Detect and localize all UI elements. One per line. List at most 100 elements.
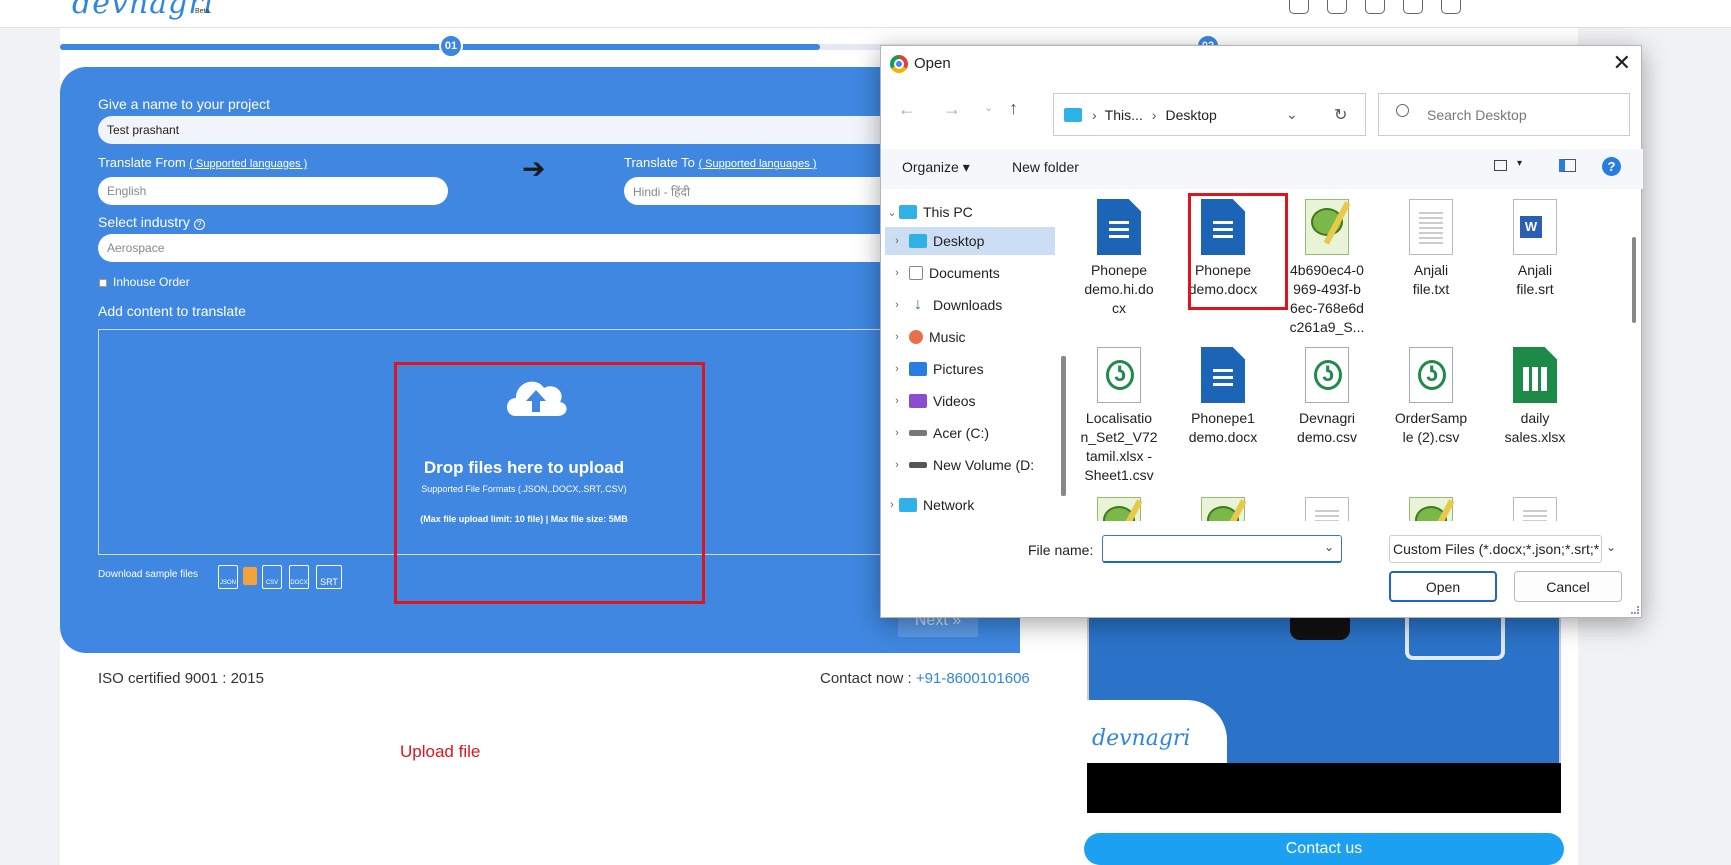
- chevron-right-icon[interactable]: ›: [885, 331, 909, 343]
- translate-to-label: Translate To ( Supported languages ): [624, 155, 816, 170]
- file-list-scrollbar[interactable]: [1629, 191, 1639, 521]
- user-icon[interactable]: [1441, 0, 1461, 14]
- file-name-line: file.srt: [1516, 281, 1554, 297]
- contact-us-button[interactable]: Contact us: [1084, 833, 1564, 865]
- industry-select[interactable]: Aerospace: [98, 234, 978, 262]
- translate-from-label: Translate From ( Supported languages ): [98, 155, 307, 170]
- tree-item-network[interactable]: › Network: [885, 491, 1055, 519]
- tree-item-music[interactable]: › Music: [885, 323, 1055, 351]
- file-name-line: cx: [1112, 300, 1126, 316]
- contact-phone-link[interactable]: +91-8600101606: [916, 670, 1030, 687]
- file-name-line: Phonepe1: [1191, 410, 1255, 426]
- help-icon[interactable]: ?: [1602, 157, 1621, 176]
- txt-file-icon[interactable]: [1513, 497, 1557, 521]
- sample-docx-icon[interactable]: DOCX: [289, 565, 309, 589]
- tree-item-label: Music: [929, 329, 966, 345]
- video-controls-bar: [1087, 763, 1561, 813]
- tree-item-documents[interactable]: › Documents: [885, 259, 1055, 287]
- close-icon[interactable]: ✕: [1613, 50, 1631, 76]
- tree-item-drive-d[interactable]: › New Volume (D:: [885, 451, 1055, 479]
- tree-item-desktop[interactable]: › Desktop: [885, 227, 1055, 255]
- logo[interactable]: devnagri: [72, 0, 214, 21]
- help-icon[interactable]: [1365, 0, 1385, 14]
- file-name-line: Anjali: [1517, 262, 1553, 278]
- wallet-icon[interactable]: [1327, 0, 1347, 14]
- chevron-right-icon[interactable]: ›: [885, 459, 909, 471]
- cancel-button[interactable]: Cancel: [1514, 571, 1622, 602]
- breadcrumb-desktop[interactable]: Desktop: [1165, 107, 1216, 123]
- organize-button[interactable]: Organize ▾: [902, 159, 970, 176]
- preview-pane-icon[interactable]: [1559, 159, 1576, 172]
- view-options-icon[interactable]: [1494, 160, 1507, 171]
- tree-item-drive-c[interactable]: › Acer (C:): [885, 419, 1055, 447]
- file-item[interactable]: 4b690ec4-0 969-493f-b 6ec-768e6d c261a9_…: [1279, 199, 1375, 337]
- address-chevron-down-icon[interactable]: ⌄: [1286, 106, 1298, 123]
- tree-item-label: Acer (C:): [933, 425, 989, 441]
- tree-item-this-pc[interactable]: ⌄ This PC: [885, 198, 1055, 226]
- translate-from-supported-link[interactable]: ( Supported languages ): [189, 158, 307, 170]
- file-item[interactable]: W Anjali file.srt: [1487, 199, 1583, 299]
- inhouse-checkbox[interactable]: [99, 279, 107, 287]
- resize-grip-icon[interactable]: [1631, 606, 1639, 614]
- info-icon[interactable]: ?: [193, 219, 205, 230]
- filter-chevron-down-icon[interactable]: ⌄: [1606, 540, 1616, 554]
- cube-icon[interactable]: [1289, 0, 1309, 14]
- file-name-chevron-down-icon[interactable]: ⌄: [1324, 540, 1334, 554]
- breadcrumb-this-pc[interactable]: This...: [1105, 107, 1143, 123]
- sample-srt-icon[interactable]: SRT: [316, 565, 342, 589]
- chevron-down-icon[interactable]: ⌄: [885, 206, 899, 219]
- recent-chevron-down-icon[interactable]: ⌄: [984, 101, 993, 114]
- contact-now-label: Contact now :: [820, 670, 912, 687]
- csv-file-icon: ʖ: [1409, 347, 1453, 403]
- tree-item-downloads[interactable]: › ↓ Downloads: [885, 291, 1055, 319]
- tree-scrollbar[interactable]: [1061, 356, 1066, 496]
- file-item[interactable]: Phonepe1 demo.docx: [1175, 347, 1271, 447]
- file-name-line: Sheet1.csv: [1084, 467, 1154, 483]
- notepadpp-file-icon[interactable]: [1201, 497, 1247, 521]
- sample-json-icon[interactable]: JSON: [218, 565, 238, 589]
- file-name-line: demo.hi.do: [1084, 281, 1154, 297]
- music-icon: [909, 330, 923, 344]
- forward-arrow-icon[interactable]: →: [943, 99, 961, 120]
- notepadpp-file-icon[interactable]: [1409, 497, 1455, 521]
- csv-file-icon: ʖ: [1097, 347, 1141, 403]
- sample-text-icon[interactable]: [243, 567, 257, 585]
- back-arrow-icon[interactable]: ←: [898, 99, 916, 120]
- chevron-right-icon[interactable]: ›: [885, 427, 909, 439]
- notepadpp-file-icon[interactable]: [1097, 497, 1143, 521]
- new-folder-button[interactable]: New folder: [1012, 159, 1079, 175]
- chevron-right-icon[interactable]: ›: [885, 299, 909, 311]
- txt-file-icon[interactable]: [1305, 497, 1349, 521]
- file-type-filter-value: Custom Files (*.docx;*.json;*.srt;*: [1393, 541, 1600, 557]
- chevron-right-icon[interactable]: ›: [885, 235, 909, 247]
- project-name-input[interactable]: Test prashant: [98, 116, 978, 144]
- translate-from-select[interactable]: English: [98, 177, 448, 205]
- file-name-line: Devnagri: [1298, 410, 1356, 426]
- tree-item-videos[interactable]: › Videos: [885, 387, 1055, 415]
- translate-to-supported-link[interactable]: ( Supported languages ): [698, 158, 816, 170]
- file-item[interactable]: Anjali file.txt: [1383, 199, 1479, 299]
- file-item[interactable]: ʖ OrderSamp le (2).csv: [1383, 347, 1479, 447]
- mail-icon[interactable]: [1403, 0, 1423, 14]
- file-item[interactable]: daily sales.xlsx: [1487, 347, 1583, 447]
- step-1-marker: 01: [439, 34, 463, 58]
- file-name-input[interactable]: [1102, 535, 1342, 563]
- view-chevron-down-icon[interactable]: ▾: [1517, 158, 1522, 169]
- open-button[interactable]: Open: [1389, 571, 1497, 602]
- computer-icon: [899, 205, 917, 219]
- search-input[interactable]: Search Desktop: [1378, 93, 1630, 136]
- sample-csv-icon[interactable]: CSV: [262, 565, 282, 589]
- chevron-right-icon[interactable]: ›: [885, 499, 899, 511]
- file-name-line: Localisatio: [1085, 410, 1153, 426]
- chevron-right-icon[interactable]: ›: [885, 363, 909, 375]
- chevron-right-icon[interactable]: ›: [885, 395, 909, 407]
- tree-item-pictures[interactable]: › Pictures: [885, 355, 1055, 383]
- chevron-right-icon[interactable]: ›: [885, 267, 909, 279]
- file-type-filter[interactable]: Custom Files (*.docx;*.json;*.srt;*: [1389, 535, 1602, 563]
- file-item[interactable]: ʖ Localisatio n_Set2_V72 tamil.xlsx - Sh…: [1071, 347, 1167, 485]
- refresh-icon[interactable]: ↻: [1334, 105, 1347, 125]
- file-item[interactable]: ʖ Devnagri demo.csv: [1279, 347, 1375, 447]
- file-item[interactable]: Phonepe demo.hi.do cx: [1071, 199, 1167, 318]
- address-bar[interactable]: › This... › Desktop ⌄ ↻: [1053, 93, 1366, 136]
- up-arrow-icon[interactable]: ↑: [1009, 98, 1018, 119]
